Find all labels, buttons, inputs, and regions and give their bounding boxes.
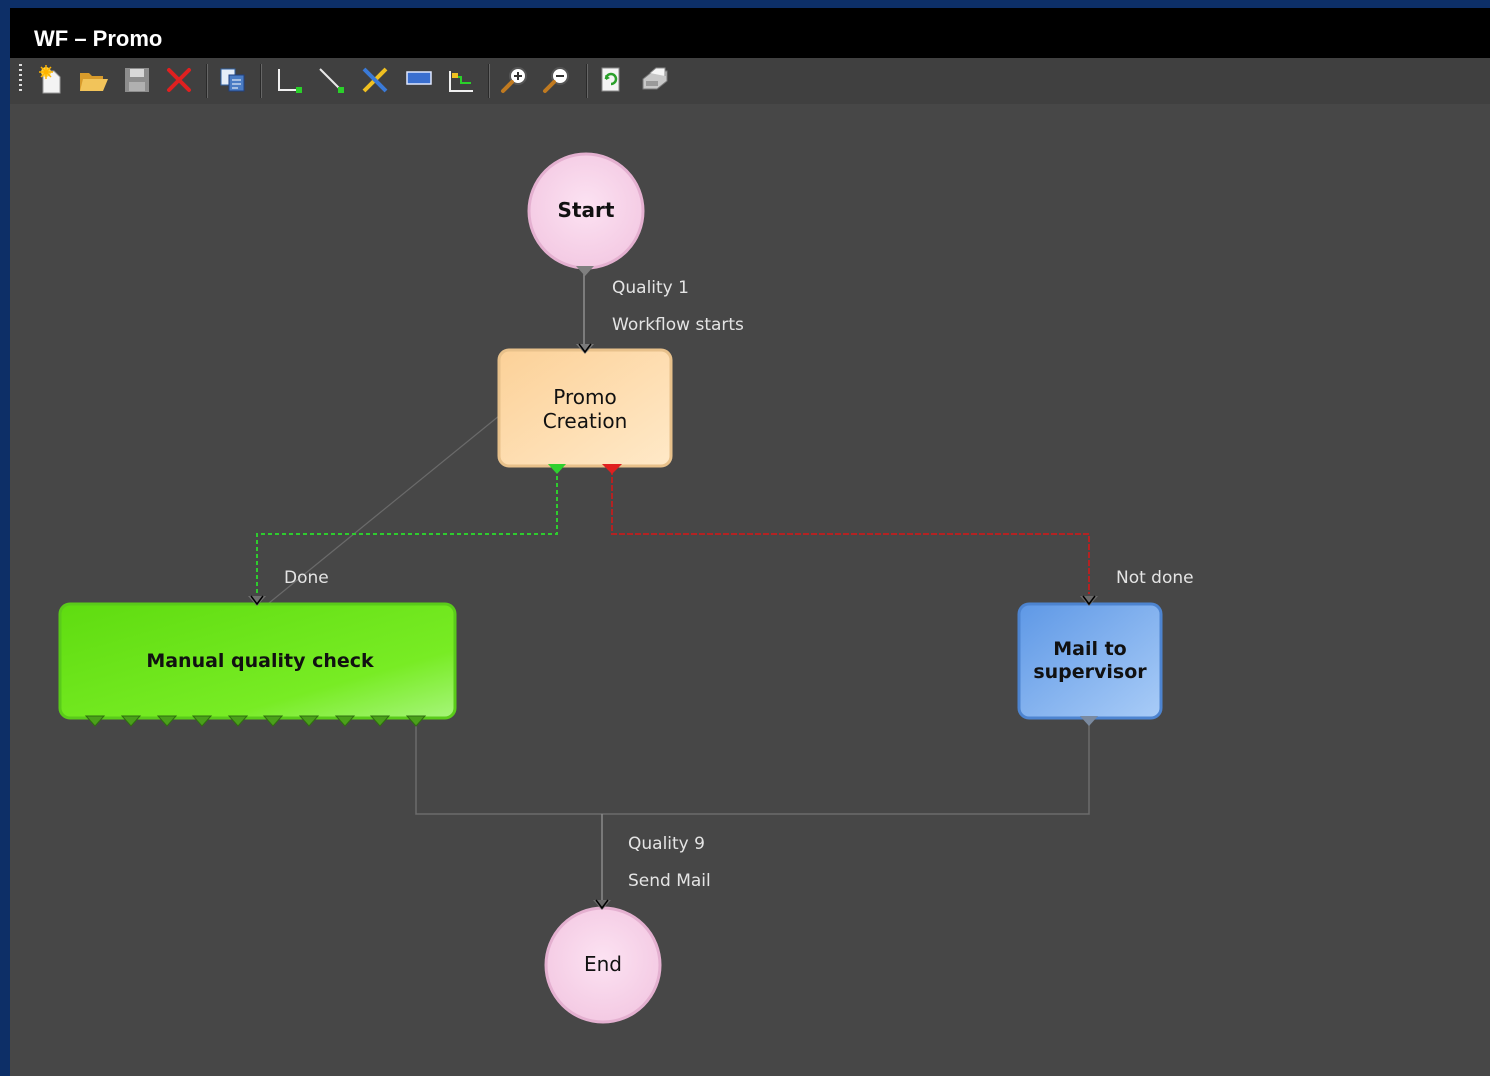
open-folder-icon [80, 73, 108, 91]
edge-label-quality-1: Quality 1 [612, 278, 689, 298]
mail-to-supervisor-label: Mail to supervisor [1019, 638, 1161, 684]
rectangle-icon [406, 71, 432, 85]
save-button[interactable] [120, 63, 154, 97]
layout-icon [449, 71, 473, 92]
edge-label-done: Done [284, 568, 329, 588]
toolbar-separator [260, 64, 262, 98]
mail-to-supervisor-label-line2: supervisor [1033, 661, 1147, 683]
rectangle-button[interactable] [402, 63, 436, 97]
promo-creation-label-line2: Creation [542, 409, 628, 433]
straight-connector-button[interactable] [314, 63, 348, 97]
toolbar [10, 58, 1490, 104]
manual-quality-check-label: Manual quality check [146, 650, 374, 672]
delete-button[interactable] [162, 63, 196, 97]
toolbar-grip[interactable] [19, 64, 22, 94]
zoom-out-icon [543, 67, 569, 93]
delete-icon [167, 68, 191, 92]
toolbar-separator [586, 64, 588, 98]
start-node-label: Start [557, 198, 615, 222]
edge-not-done[interactable] [611, 469, 1090, 594]
edge-to-end[interactable] [415, 722, 1090, 900]
print-icon [642, 67, 668, 90]
edge-label-not-done: Not done [1116, 568, 1194, 588]
elbow-connector-icon [278, 69, 302, 93]
zoom-out-button[interactable] [540, 63, 574, 97]
diagram-canvas[interactable]: Start Promo Creation Manual quality chec… [10, 104, 1490, 1076]
window-title: WF – Promo [34, 26, 163, 51]
refresh-button[interactable] [594, 63, 628, 97]
elbow-connector-button[interactable] [272, 63, 306, 97]
workflow-diagram [58, 152, 1163, 1024]
print-button[interactable] [638, 63, 672, 97]
promo-creation-label-line1: Promo [553, 385, 617, 409]
edge-label-send-mail: Send Mail [628, 871, 711, 891]
save-icon [125, 68, 149, 92]
promo-creation-label: Promo Creation [499, 385, 671, 433]
copy-icon [220, 68, 245, 92]
tools-button[interactable] [358, 63, 392, 97]
mail-to-supervisor-label-line1: Mail to [1053, 638, 1127, 660]
straight-connector-icon [319, 68, 344, 93]
new-icon [39, 65, 61, 94]
toolbar-separator [488, 64, 490, 98]
new-button[interactable] [34, 63, 68, 97]
layout-button[interactable] [444, 63, 478, 97]
zoom-in-button[interactable] [498, 63, 532, 97]
refresh-icon [601, 67, 620, 92]
edge-label-quality-9: Quality 9 [628, 834, 705, 854]
zoom-in-icon [501, 67, 527, 93]
edge-label-workflow-starts: Workflow starts [612, 315, 744, 335]
copy-button[interactable] [216, 63, 250, 97]
toolbar-separator [206, 64, 208, 98]
end-node-label: End [583, 952, 622, 976]
title-bar: WF – Promo [10, 8, 1490, 58]
diagram-window: WF – Promo Start Promo Creation Manual q… [10, 8, 1490, 1076]
open-button[interactable] [76, 63, 110, 97]
tools-icon [362, 67, 388, 93]
